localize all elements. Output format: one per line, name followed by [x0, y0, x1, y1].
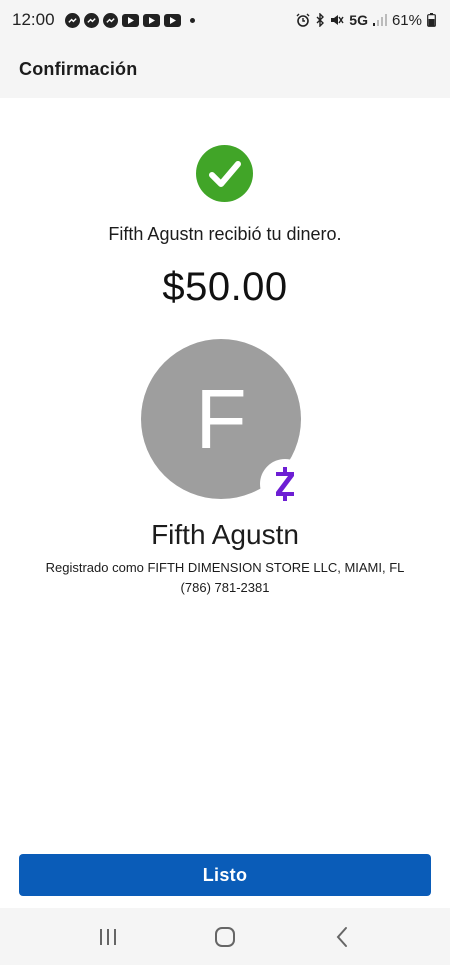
bluetooth-icon [316, 13, 325, 27]
home-icon [214, 926, 235, 947]
status-bar: 12:00 5G 61% [0, 0, 450, 40]
battery-icon [427, 13, 436, 27]
done-button[interactable]: Listo [19, 854, 431, 896]
recipient-registration: Registrado como FIFTH DIMENSION STORE LL… [45, 560, 405, 575]
status-right: 5G 61% [296, 12, 436, 29]
success-check-icon [196, 145, 253, 202]
mute-icon [331, 15, 344, 25]
amount-sent: $50.00 [162, 265, 288, 309]
status-time: 12:00 [12, 10, 55, 29]
messenger-icon [102, 12, 118, 28]
status-left: 12:00 [12, 10, 195, 30]
youtube-icon [142, 13, 160, 27]
network-type: 5G [349, 12, 368, 28]
confirmation-message: Fifth Agustn recibió tu dinero. [108, 224, 342, 244]
recent-apps-button[interactable] [88, 917, 128, 957]
messenger-icon [83, 12, 99, 28]
youtube-icon [121, 13, 139, 27]
messenger-icon [64, 12, 80, 28]
zelle-icon [260, 459, 310, 509]
back-button[interactable] [322, 917, 362, 957]
youtube-icon [163, 13, 181, 27]
home-button[interactable] [205, 917, 245, 957]
page-title: Confirmación [19, 58, 138, 79]
recipient-phone: (786) 781-2381 [180, 580, 270, 595]
alarm-icon [296, 13, 310, 27]
signal-icon [372, 14, 387, 26]
more-notifications-dot [189, 17, 195, 23]
system-nav-bar [0, 908, 450, 965]
recipient-name: Fifth Agustn [151, 519, 299, 550]
recent-apps-icon [100, 928, 117, 945]
app-header: Confirmación [0, 40, 450, 98]
back-icon [336, 926, 347, 947]
battery-percent: 61% [391, 11, 422, 29]
avatar-initial: F [195, 372, 247, 466]
